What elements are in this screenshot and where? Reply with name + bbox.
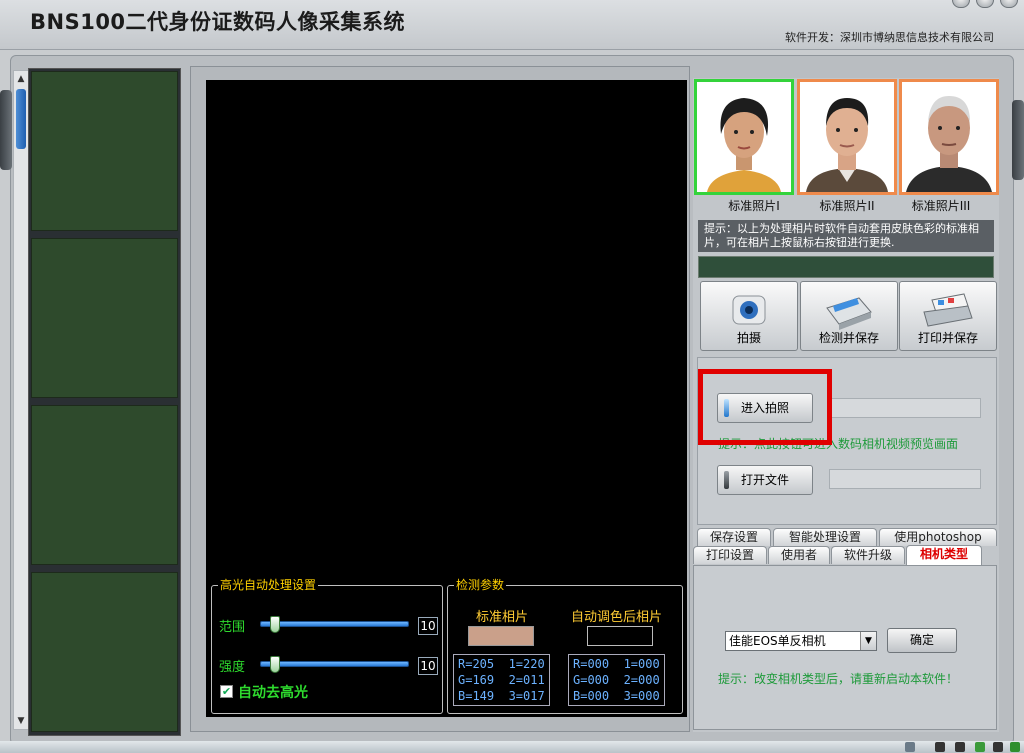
strength-slider[interactable] <box>260 661 409 667</box>
tray-icon[interactable] <box>955 742 965 752</box>
tab-print-settings[interactable]: 打印设置 <box>693 546 767 564</box>
printer-icon <box>923 293 973 327</box>
strength-slider-handle[interactable] <box>269 656 280 673</box>
standard-color-swatch <box>468 626 534 646</box>
standard-photo-label: 标准相片 <box>476 610 529 625</box>
thumbnail-slot[interactable] <box>31 238 178 398</box>
range-label: 范围 <box>219 620 246 635</box>
range-slider[interactable] <box>260 621 409 627</box>
thumbnail-scrollbar[interactable]: ▲ ▼ <box>13 70 29 730</box>
standard-photo-caption: 标准照片I <box>728 199 780 213</box>
developer-info: 软件开发：深圳市博纳思信息技术有限公司 <box>785 31 994 44</box>
portrait-woman-icon <box>697 82 791 192</box>
camera-type-select[interactable]: 佳能EOS单反相机 ▼ <box>725 631 877 651</box>
camera-type-value: 佳能EOS单反相机 <box>729 634 826 648</box>
adjusted-rgb-values: R=000 1=000 G=000 2=000 B=000 3=000 <box>568 654 665 706</box>
tray-icon[interactable] <box>975 742 985 752</box>
standard-photo-2[interactable] <box>797 79 897 195</box>
tab-camera-type[interactable]: 相机类型 <box>906 545 982 565</box>
tab-smart-settings[interactable]: 智能处理设置 <box>773 528 877 546</box>
thumbnail-slot[interactable] <box>31 572 178 732</box>
maximize-button[interactable] <box>976 0 994 8</box>
standard-rgb-values: R=205 1=220 G=169 2=011 B=149 3=017 <box>453 654 550 706</box>
chevron-down-icon[interactable]: ▼ <box>860 632 876 650</box>
tab-save-settings[interactable]: 保存设置 <box>697 528 771 546</box>
thumbnail-panel <box>28 68 181 736</box>
shoot-label: 拍摄 <box>736 331 761 345</box>
scroll-up-icon[interactable]: ▲ <box>14 71 28 87</box>
portrait-elder-icon <box>902 82 996 192</box>
strength-value: 10 <box>418 657 438 675</box>
scroll-down-icon[interactable]: ▼ <box>14 713 28 729</box>
scroll-thumb[interactable] <box>16 89 26 149</box>
standard-photo-caption: 标准照片II <box>819 199 875 213</box>
tray-icon[interactable] <box>1010 742 1020 752</box>
detect-params-title: 检测参数 <box>454 578 507 592</box>
detect-params-group: 检测参数 标准相片 自动调色后相片 R=205 1=220 G=169 2=01… <box>447 578 683 714</box>
standard-photo-tip: 提示：以上为处理相片时软件自动套用皮肤色彩的标准相片，可在相片上按鼠标右按钮进行… <box>698 220 994 252</box>
open-file-label: 打开文件 <box>740 473 789 487</box>
restart-hint: 提示：改变相机类型后，请重新启动本软件！ <box>718 672 959 686</box>
range-slider-handle[interactable] <box>269 616 280 633</box>
range-value: 10 <box>418 617 438 635</box>
shoot-button[interactable]: 拍摄 <box>700 281 798 351</box>
detect-save-button[interactable]: 检测并保存 <box>800 281 898 351</box>
file-path-field <box>829 469 981 489</box>
confirm-button[interactable]: 确定 <box>887 628 957 653</box>
taskbar <box>0 741 1024 753</box>
right-frame-knob <box>1012 100 1024 180</box>
auto-remove-checkbox[interactable]: ✔ <box>220 685 233 698</box>
window-controls <box>948 0 1024 10</box>
rgb-row: G=169 2=011 <box>458 673 545 687</box>
print-save-label: 打印并保存 <box>917 331 978 345</box>
button-accent-icon <box>724 471 729 489</box>
tab-users[interactable]: 使用者 <box>768 546 830 564</box>
standard-photo-1[interactable] <box>694 79 794 195</box>
app-title: BNS100二代身份证数码人像采集系统 <box>30 10 406 34</box>
camera-lens-icon <box>732 295 766 325</box>
rgb-row: B=149 3=017 <box>458 689 545 703</box>
tray-icon[interactable] <box>935 742 945 752</box>
standard-photo-3[interactable] <box>899 79 999 195</box>
portrait-man-icon <box>800 82 894 192</box>
camera-preview: 高光自动处理设置 范围 10 强度 10 ✔ 自动去高光 检测参数 标准相片 自… <box>206 80 687 717</box>
adjusted-photo-label: 自动调色后相片 <box>571 610 663 625</box>
thumbnail-slot[interactable] <box>31 71 178 231</box>
minimize-button[interactable] <box>952 0 970 8</box>
auto-remove-label: 自动去高光 <box>238 685 308 701</box>
rgb-row: R=000 1=000 <box>573 657 660 671</box>
tab-upgrade[interactable]: 软件升级 <box>831 546 905 564</box>
print-save-button[interactable]: 打印并保存 <box>899 281 997 351</box>
rgb-row: B=000 3=000 <box>573 689 660 703</box>
adjusted-color-swatch <box>587 626 653 646</box>
detect-save-label: 检测并保存 <box>818 331 879 345</box>
strength-label: 强度 <box>219 660 246 675</box>
tray-icon[interactable] <box>905 742 915 752</box>
left-frame-knob <box>0 90 12 170</box>
highlight-settings-title: 高光自动处理设置 <box>218 578 319 592</box>
status-bar <box>698 256 994 278</box>
rgb-row: G=000 2=000 <box>573 673 660 687</box>
open-file-button[interactable]: 打开文件 <box>717 465 813 495</box>
highlight-annotation <box>698 369 832 445</box>
tab-photoshop[interactable]: 使用photoshop <box>879 528 997 546</box>
rgb-row: R=205 1=220 <box>458 657 545 671</box>
camera-status-field <box>829 398 981 418</box>
thumbnail-slot[interactable] <box>31 405 178 565</box>
scanner-icon <box>826 297 872 330</box>
tray-icon[interactable] <box>993 742 1003 752</box>
close-button[interactable] <box>1000 0 1018 8</box>
standard-photo-caption: 标准照片III <box>911 199 971 213</box>
highlight-settings-group: 高光自动处理设置 范围 10 强度 10 ✔ 自动去高光 <box>211 578 443 714</box>
